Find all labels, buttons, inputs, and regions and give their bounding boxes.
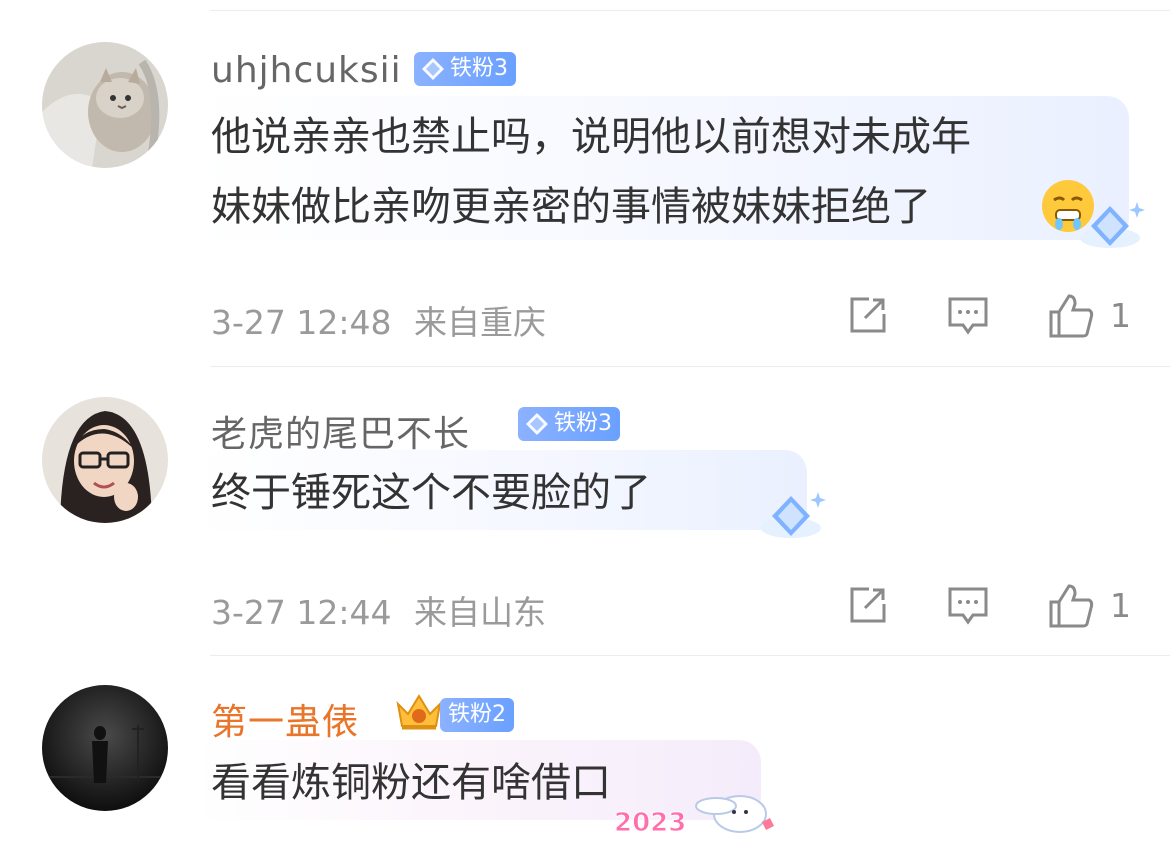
diamond-icon bbox=[526, 413, 548, 435]
like-count: 1 bbox=[1110, 296, 1131, 335]
avatar[interactable] bbox=[42, 397, 168, 523]
comment-location: 来自山东 bbox=[414, 593, 546, 632]
diamond-icon bbox=[761, 492, 826, 538]
fan-badge[interactable]: 铁粉3 bbox=[518, 407, 620, 441]
avatar-cat-image bbox=[42, 42, 168, 168]
repost-button[interactable] bbox=[845, 294, 889, 338]
fan-badge-label: 铁粉3 bbox=[450, 56, 508, 81]
username[interactable]: 第一蛊俵 bbox=[211, 693, 359, 745]
crown-icon bbox=[396, 694, 442, 730]
comment-time: 3-27 12:48 bbox=[211, 303, 392, 342]
fan-badge-label: 铁粉2 bbox=[448, 702, 506, 727]
divider bbox=[210, 655, 1170, 656]
username[interactable]: uhjhcuksii bbox=[211, 50, 402, 91]
avatar-dark-image bbox=[42, 685, 168, 811]
avatar-girl-image bbox=[42, 397, 168, 523]
comment-text-line: 他说亲亲也禁止吗，说明他以前想对未成年 bbox=[211, 114, 971, 160]
diamond-icon bbox=[1080, 202, 1145, 248]
thumbs-up-icon bbox=[1049, 294, 1094, 338]
avatar[interactable] bbox=[42, 42, 168, 168]
comment-location: 来自重庆 bbox=[414, 303, 546, 342]
repost-icon bbox=[850, 587, 886, 623]
fan-badge[interactable]: 铁粉3 bbox=[414, 52, 516, 86]
repost-button[interactable] bbox=[845, 584, 889, 628]
avatar[interactable] bbox=[42, 685, 168, 811]
divider bbox=[210, 366, 1170, 367]
sticker-year-label: 2023 bbox=[613, 808, 687, 839]
comment-button[interactable] bbox=[946, 584, 990, 628]
like-button[interactable] bbox=[1047, 292, 1095, 340]
comment-icon bbox=[948, 297, 988, 335]
comment-meta: 3-27 12:48 来自重庆 bbox=[211, 296, 546, 344]
comment-icon bbox=[948, 587, 988, 625]
comment-text-line: 终于锤死这个不要脸的了 bbox=[211, 470, 651, 516]
fan-badge[interactable]: 铁粉2 bbox=[440, 698, 514, 732]
comment-meta: 3-27 12:44 来自山东 bbox=[211, 586, 546, 634]
comment-time: 3-27 12:44 bbox=[211, 593, 392, 632]
like-count: 1 bbox=[1110, 586, 1131, 625]
diamond-icon bbox=[422, 58, 444, 80]
comment-button[interactable] bbox=[946, 294, 990, 338]
thumbs-up-icon bbox=[1049, 584, 1094, 628]
top-divider bbox=[210, 10, 1170, 11]
comment-text-line: 看看炼铜粉还有啥借口 bbox=[211, 760, 611, 806]
like-button[interactable] bbox=[1047, 582, 1095, 630]
comment-text-line: 妹妹做比亲吻更亲密的事情被妹妹拒绝了 bbox=[211, 184, 931, 230]
fan-badge-label: 铁粉3 bbox=[554, 411, 612, 436]
bubble-decoration: 2023 bbox=[612, 780, 782, 842]
repost-icon bbox=[850, 297, 886, 333]
